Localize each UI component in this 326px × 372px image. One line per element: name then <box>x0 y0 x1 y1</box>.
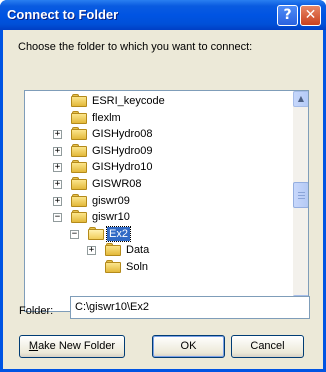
tree-item[interactable]: − giswr10 <box>25 209 291 225</box>
folder-icon <box>71 210 87 224</box>
expand-icon[interactable]: + <box>53 196 62 206</box>
folder-path-input[interactable]: C:\giswr10\Ex2 <box>70 296 310 319</box>
folder-body <box>105 245 121 257</box>
scroll-up-button[interactable]: ▲ <box>293 91 308 107</box>
ok-button[interactable]: OK <box>152 335 225 358</box>
folder-body <box>105 262 121 273</box>
expand-icon[interactable]: + <box>53 146 62 156</box>
folder-icon <box>105 260 121 273</box>
collapse-icon[interactable]: − <box>70 229 79 239</box>
mnemonic-letter: M <box>28 340 39 352</box>
expand-icon[interactable]: + <box>53 180 62 189</box>
tree-item-label: GISHydro10 <box>92 161 153 174</box>
tree-item-label: GISHydro08 <box>92 128 153 141</box>
tree-item[interactable]: Soln <box>25 259 291 275</box>
grip-line <box>298 198 305 199</box>
folder-body <box>71 212 87 224</box>
folder-body <box>71 195 87 207</box>
tree-item[interactable]: + GISHydro08 <box>25 126 291 142</box>
tree-item-label: Soln <box>126 261 149 273</box>
tree-item-label: flexlm <box>92 111 121 124</box>
connect-to-folder-dialog: Connect to Folder ? ✕ Choose the folder … <box>0 0 326 372</box>
folder-field-label: Folder: <box>19 305 54 317</box>
button-label: ake New Folder <box>38 340 116 352</box>
folder-icon <box>71 160 87 174</box>
collapse-icon[interactable]: − <box>53 213 62 223</box>
tree-item[interactable]: + GISHydro09 <box>25 143 291 159</box>
tree-item-label: Ex2 <box>106 225 131 242</box>
folder-body <box>71 96 87 107</box>
folder-body <box>71 112 87 124</box>
close-button[interactable]: ✕ <box>300 5 321 26</box>
folder-icon <box>71 143 87 157</box>
tree-item[interactable]: − Ex2 <box>25 225 291 242</box>
tree-item[interactable]: ESRI_keycode <box>25 93 291 109</box>
folder-body <box>88 228 104 240</box>
title-bar[interactable]: Connect to Folder ? ✕ <box>0 0 326 30</box>
scroll-thumb[interactable] <box>293 182 308 208</box>
expand-icon[interactable]: + <box>53 163 62 173</box>
help-button[interactable]: ? <box>277 5 298 26</box>
folder-tree[interactable]: ESRI_keycodeflexlm + GISHydro08 + GISHydro09… <box>24 90 309 312</box>
tree-item-label: Data <box>126 244 150 257</box>
tree-item[interactable]: + giswr09 <box>25 193 291 209</box>
folder-body <box>71 145 87 157</box>
folder-icon <box>71 193 87 207</box>
expand-icon[interactable]: + <box>53 130 62 140</box>
tree-item[interactable]: + GISHydro10 <box>25 159 291 175</box>
open-folder-icon <box>88 226 104 240</box>
folder-icon <box>71 127 87 141</box>
tree-item[interactable]: + GISWR08 <box>25 176 291 192</box>
dialog-title: Connect to Folder <box>7 7 119 22</box>
cancel-button[interactable]: Cancel <box>231 335 304 358</box>
tree-item-label: giswr10 <box>92 211 130 224</box>
folder-icon <box>71 110 87 124</box>
folder-body <box>71 179 87 190</box>
folder-icon <box>105 243 121 257</box>
folder-body <box>71 129 87 141</box>
tree-item[interactable]: flexlm <box>25 110 291 126</box>
make-new-folder-button[interactable]: Make New Folder <box>19 335 125 358</box>
folder-body <box>71 162 87 174</box>
tree-item[interactable]: + Data <box>25 242 291 258</box>
folder-icon <box>71 94 87 107</box>
grip-line <box>298 195 305 196</box>
tree-item-label: ESRI_keycode <box>92 95 165 107</box>
folder-icon <box>71 177 87 190</box>
tree-item-label: GISWR08 <box>92 178 142 190</box>
grip-line <box>298 192 305 193</box>
dialog-body: Choose the folder to which you want to c… <box>3 30 323 369</box>
tree-item-label: giswr09 <box>92 194 130 207</box>
expand-icon[interactable]: + <box>87 246 96 256</box>
tree-item-label: GISHydro09 <box>92 144 153 157</box>
prompt-text: Choose the folder to which you want to c… <box>18 41 253 53</box>
vertical-scrollbar[interactable]: ▲ ▼ <box>293 91 308 311</box>
